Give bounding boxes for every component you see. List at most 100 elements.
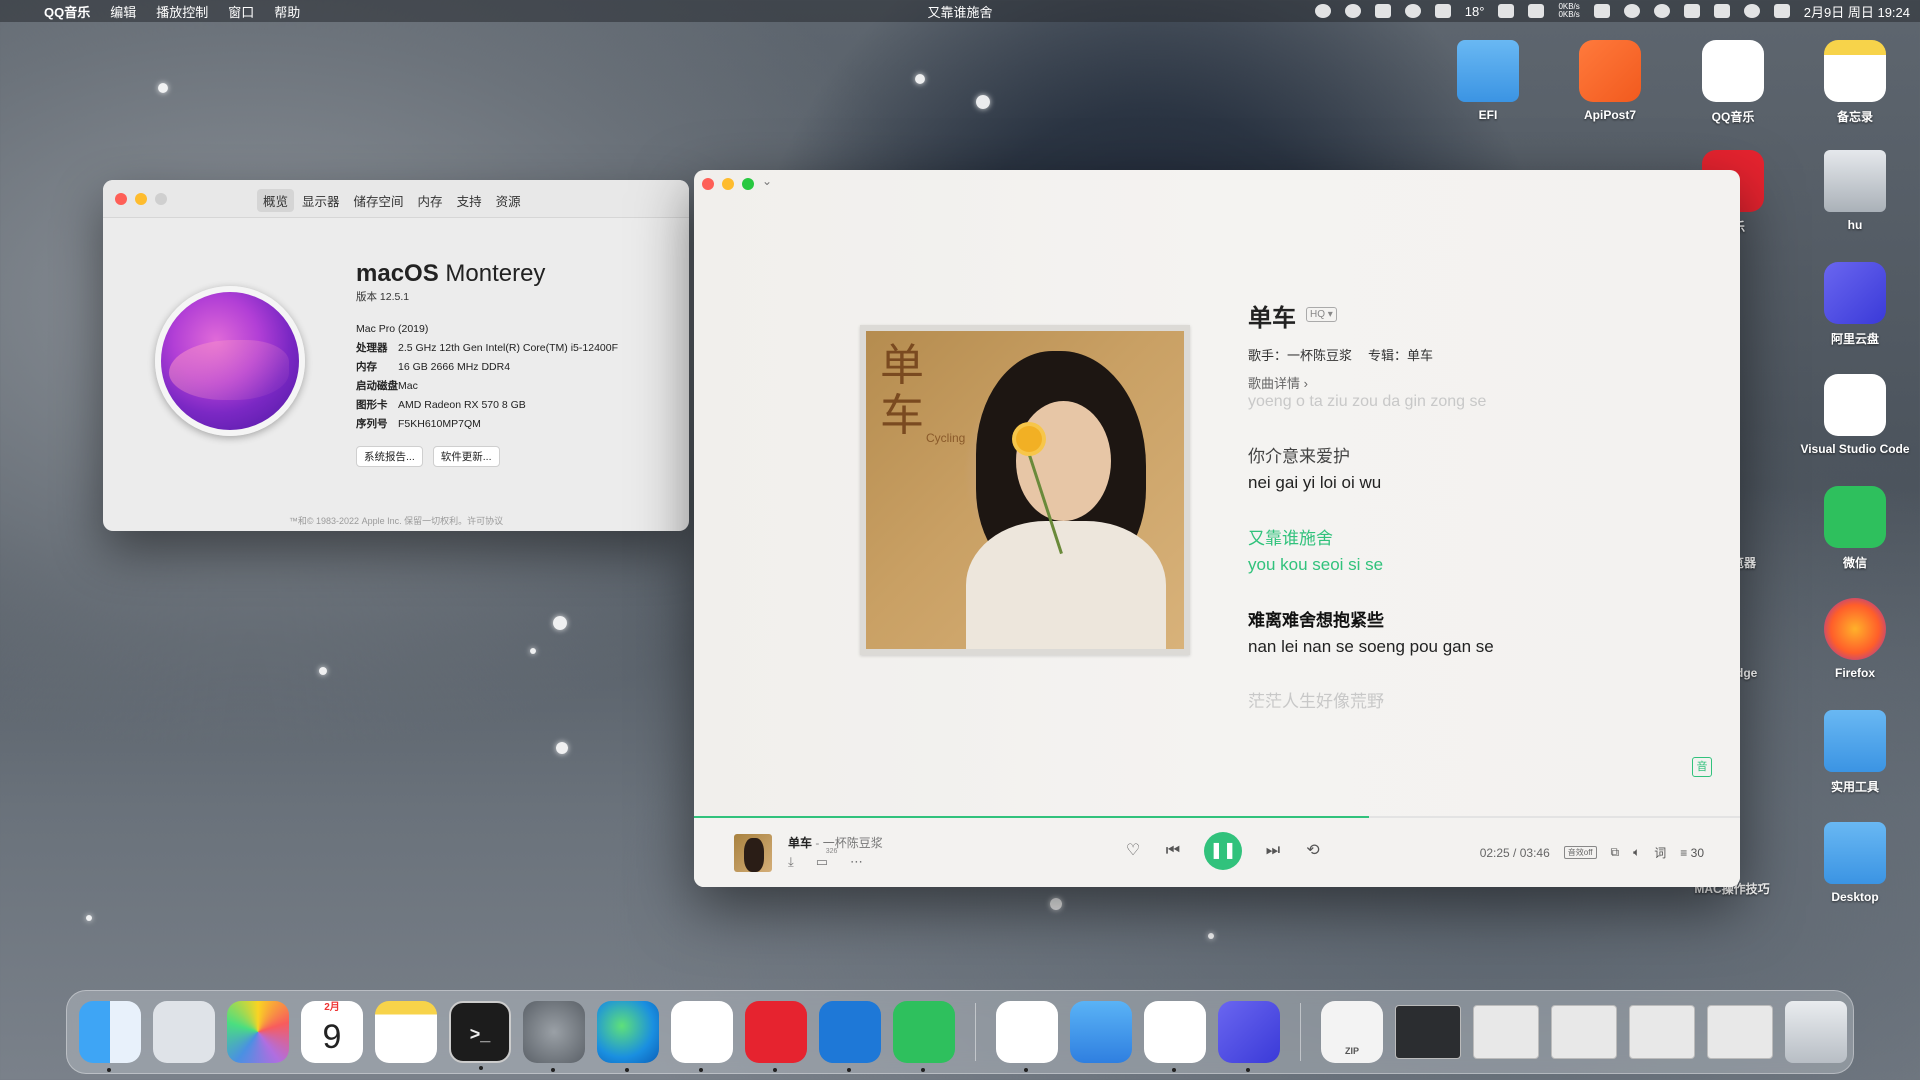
minimize-button[interactable] xyxy=(135,193,147,205)
sound-effect-toggle[interactable]: 音效off xyxy=(1563,846,1597,859)
desktop-icon-wechat[interactable]: 微信 xyxy=(1805,486,1905,571)
software-update-button[interactable]: 软件更新... xyxy=(432,446,500,467)
desktop-icon-vscode[interactable]: Visual Studio Code xyxy=(1795,374,1915,456)
status-icon[interactable] xyxy=(1314,4,1331,18)
more-icon[interactable]: ⋯ xyxy=(850,854,863,870)
playlist-button[interactable]: ≡ 30 xyxy=(1680,846,1704,860)
share-icon[interactable]: ⧉ xyxy=(1611,845,1620,860)
album-link[interactable]: 专辑：单车 xyxy=(1368,345,1433,364)
utilities-folder-icon xyxy=(1824,710,1886,772)
terminal-status-icon[interactable] xyxy=(1434,4,1451,18)
netease-music-icon[interactable] xyxy=(745,1001,807,1072)
mini-cover[interactable] xyxy=(734,834,772,872)
desktop-icon-utilities[interactable]: 实用工具 xyxy=(1805,710,1905,795)
zoom-button[interactable] xyxy=(742,178,754,190)
like-heart-icon[interactable]: ♡ xyxy=(1124,842,1142,860)
wechat-icon[interactable] xyxy=(893,1001,955,1072)
zip-file-icon[interactable]: ZIP xyxy=(1321,1001,1383,1063)
play-status-icon[interactable] xyxy=(1653,4,1670,18)
menu-playback[interactable]: 播放控制 xyxy=(156,2,208,21)
qqmusic-icon xyxy=(1702,40,1764,102)
quality-badge[interactable]: HQ ▾ xyxy=(1306,307,1337,322)
menubar-datetime[interactable]: 2月9日 周日 19:24 xyxy=(1804,2,1910,21)
wechat-status-icon[interactable] xyxy=(1404,4,1421,18)
repeat-icon[interactable]: ⟲ xyxy=(1304,842,1322,860)
download-icon[interactable]: ⤓ xyxy=(788,854,794,870)
menu-bar: 又靠谁施舍 QQ音乐 编辑 播放控制 窗口 帮助 18° 0KB/s 0KB/s … xyxy=(0,0,1920,22)
tab-overview[interactable]: 概览 xyxy=(257,189,295,212)
next-track-icon[interactable]: ⏭ xyxy=(1264,842,1282,860)
desktop-icon-notes[interactable]: 备忘录 xyxy=(1805,40,1905,125)
singer-link[interactable]: 歌手：一杯陈豆浆 xyxy=(1248,345,1352,364)
menu-window[interactable]: 窗口 xyxy=(228,2,254,21)
search-icon[interactable] xyxy=(1743,4,1760,18)
song-details-link[interactable]: 歌曲详情 › xyxy=(1248,373,1308,392)
minimized-window-edge[interactable] xyxy=(1551,1005,1617,1059)
input-method-icon[interactable] xyxy=(1683,4,1700,18)
desktop-icon-hu[interactable]: hu xyxy=(1805,150,1905,232)
desktop-icon-apipost[interactable]: ApiPost7 xyxy=(1560,40,1660,122)
tab-displays[interactable]: 显示器 xyxy=(296,189,346,212)
notification-bell-icon[interactable] xyxy=(1374,4,1391,18)
net-speed[interactable]: 0KB/s 0KB/s xyxy=(1558,3,1579,19)
pause-button[interactable]: ❚❚ xyxy=(1204,832,1242,870)
minimized-window-vscode[interactable] xyxy=(1395,1005,1461,1059)
menu-help[interactable]: 帮助 xyxy=(274,2,300,21)
close-button[interactable] xyxy=(115,193,127,205)
spec-serial: 序列号 F5KH610MP7QM xyxy=(356,418,481,430)
desktop-icon-qqmusic[interactable]: QQ音乐 xyxy=(1683,40,1783,125)
qqmusic-icon[interactable] xyxy=(671,1001,733,1072)
menu-edit[interactable]: 编辑 xyxy=(110,2,136,21)
tab-support[interactable]: 支持 xyxy=(451,189,488,212)
weather-temp[interactable]: 18° xyxy=(1465,4,1485,19)
calendar-icon[interactable]: 2月 9 xyxy=(301,1001,363,1063)
volume-icon[interactable]: 🔈︎ xyxy=(1633,845,1640,860)
minimized-window-wechat[interactable] xyxy=(1629,1005,1695,1059)
system-preferences-icon[interactable] xyxy=(523,1001,585,1072)
chevron-down-icon[interactable]: ⌄ xyxy=(762,174,778,190)
mail-icon[interactable] xyxy=(1070,1001,1132,1063)
qq-icon[interactable] xyxy=(1144,1001,1206,1072)
minimized-window-qq[interactable] xyxy=(1707,1005,1773,1059)
wifi-icon[interactable] xyxy=(1713,4,1730,18)
apipost-icon[interactable] xyxy=(996,1001,1058,1072)
tab-memory[interactable]: 内存 xyxy=(412,189,449,212)
wechat-icon xyxy=(1824,486,1886,548)
finder-icon[interactable] xyxy=(79,1001,141,1072)
comment-icon[interactable]: ▭ 326 xyxy=(816,848,838,870)
status-icon[interactable] xyxy=(1344,4,1361,18)
previous-track-icon[interactable]: ⏮ xyxy=(1164,842,1182,860)
tab-storage[interactable]: 储存空间 xyxy=(348,189,410,212)
lyric-button[interactable]: 词 xyxy=(1654,844,1666,861)
spec-startup-disk: 启动磁盘Mac xyxy=(356,380,418,392)
control-center-icon[interactable] xyxy=(1773,4,1790,18)
desktop-icon-firefox[interactable]: Firefox xyxy=(1805,598,1905,680)
vscode-icon[interactable] xyxy=(819,1001,881,1072)
snow-flake xyxy=(1050,898,1062,910)
photos-icon[interactable] xyxy=(227,1001,289,1063)
menu-app-name[interactable]: QQ音乐 xyxy=(44,2,90,21)
launchpad-icon[interactable] xyxy=(153,1001,215,1063)
tab-resources[interactable]: 资源 xyxy=(490,189,527,212)
minimized-window[interactable] xyxy=(1473,1005,1539,1059)
system-report-button[interactable]: 系统报告... xyxy=(356,446,423,467)
close-button[interactable] xyxy=(702,178,714,190)
aliyun-drive-icon[interactable] xyxy=(1218,1001,1280,1072)
notes-icon[interactable] xyxy=(375,1001,437,1063)
desktop-icon-desktop[interactable]: Desktop xyxy=(1805,822,1905,904)
zoom-button[interactable] xyxy=(155,193,167,205)
cat-status-icon[interactable] xyxy=(1528,4,1545,18)
apple-menu-icon[interactable] xyxy=(10,3,24,19)
spec-memory: 内存 16 GB 2666 MHz DDR4 xyxy=(356,361,511,373)
terminal-icon[interactable]: >_ xyxy=(449,1001,511,1070)
bluetooth-icon[interactable] xyxy=(1593,4,1610,18)
desktop-icon-efi[interactable]: EFI xyxy=(1438,40,1538,122)
headphones-icon[interactable] xyxy=(1623,4,1640,18)
trash-icon[interactable] xyxy=(1785,1001,1847,1063)
lyric-translate-toggle[interactable]: 音 xyxy=(1692,757,1712,777)
edge-icon[interactable] xyxy=(597,1001,659,1072)
snow-flake xyxy=(158,83,168,93)
minimize-button[interactable] xyxy=(722,178,734,190)
p-status-icon[interactable] xyxy=(1498,4,1515,18)
desktop-icon-aliyun[interactable]: 阿里云盘 xyxy=(1805,262,1905,347)
